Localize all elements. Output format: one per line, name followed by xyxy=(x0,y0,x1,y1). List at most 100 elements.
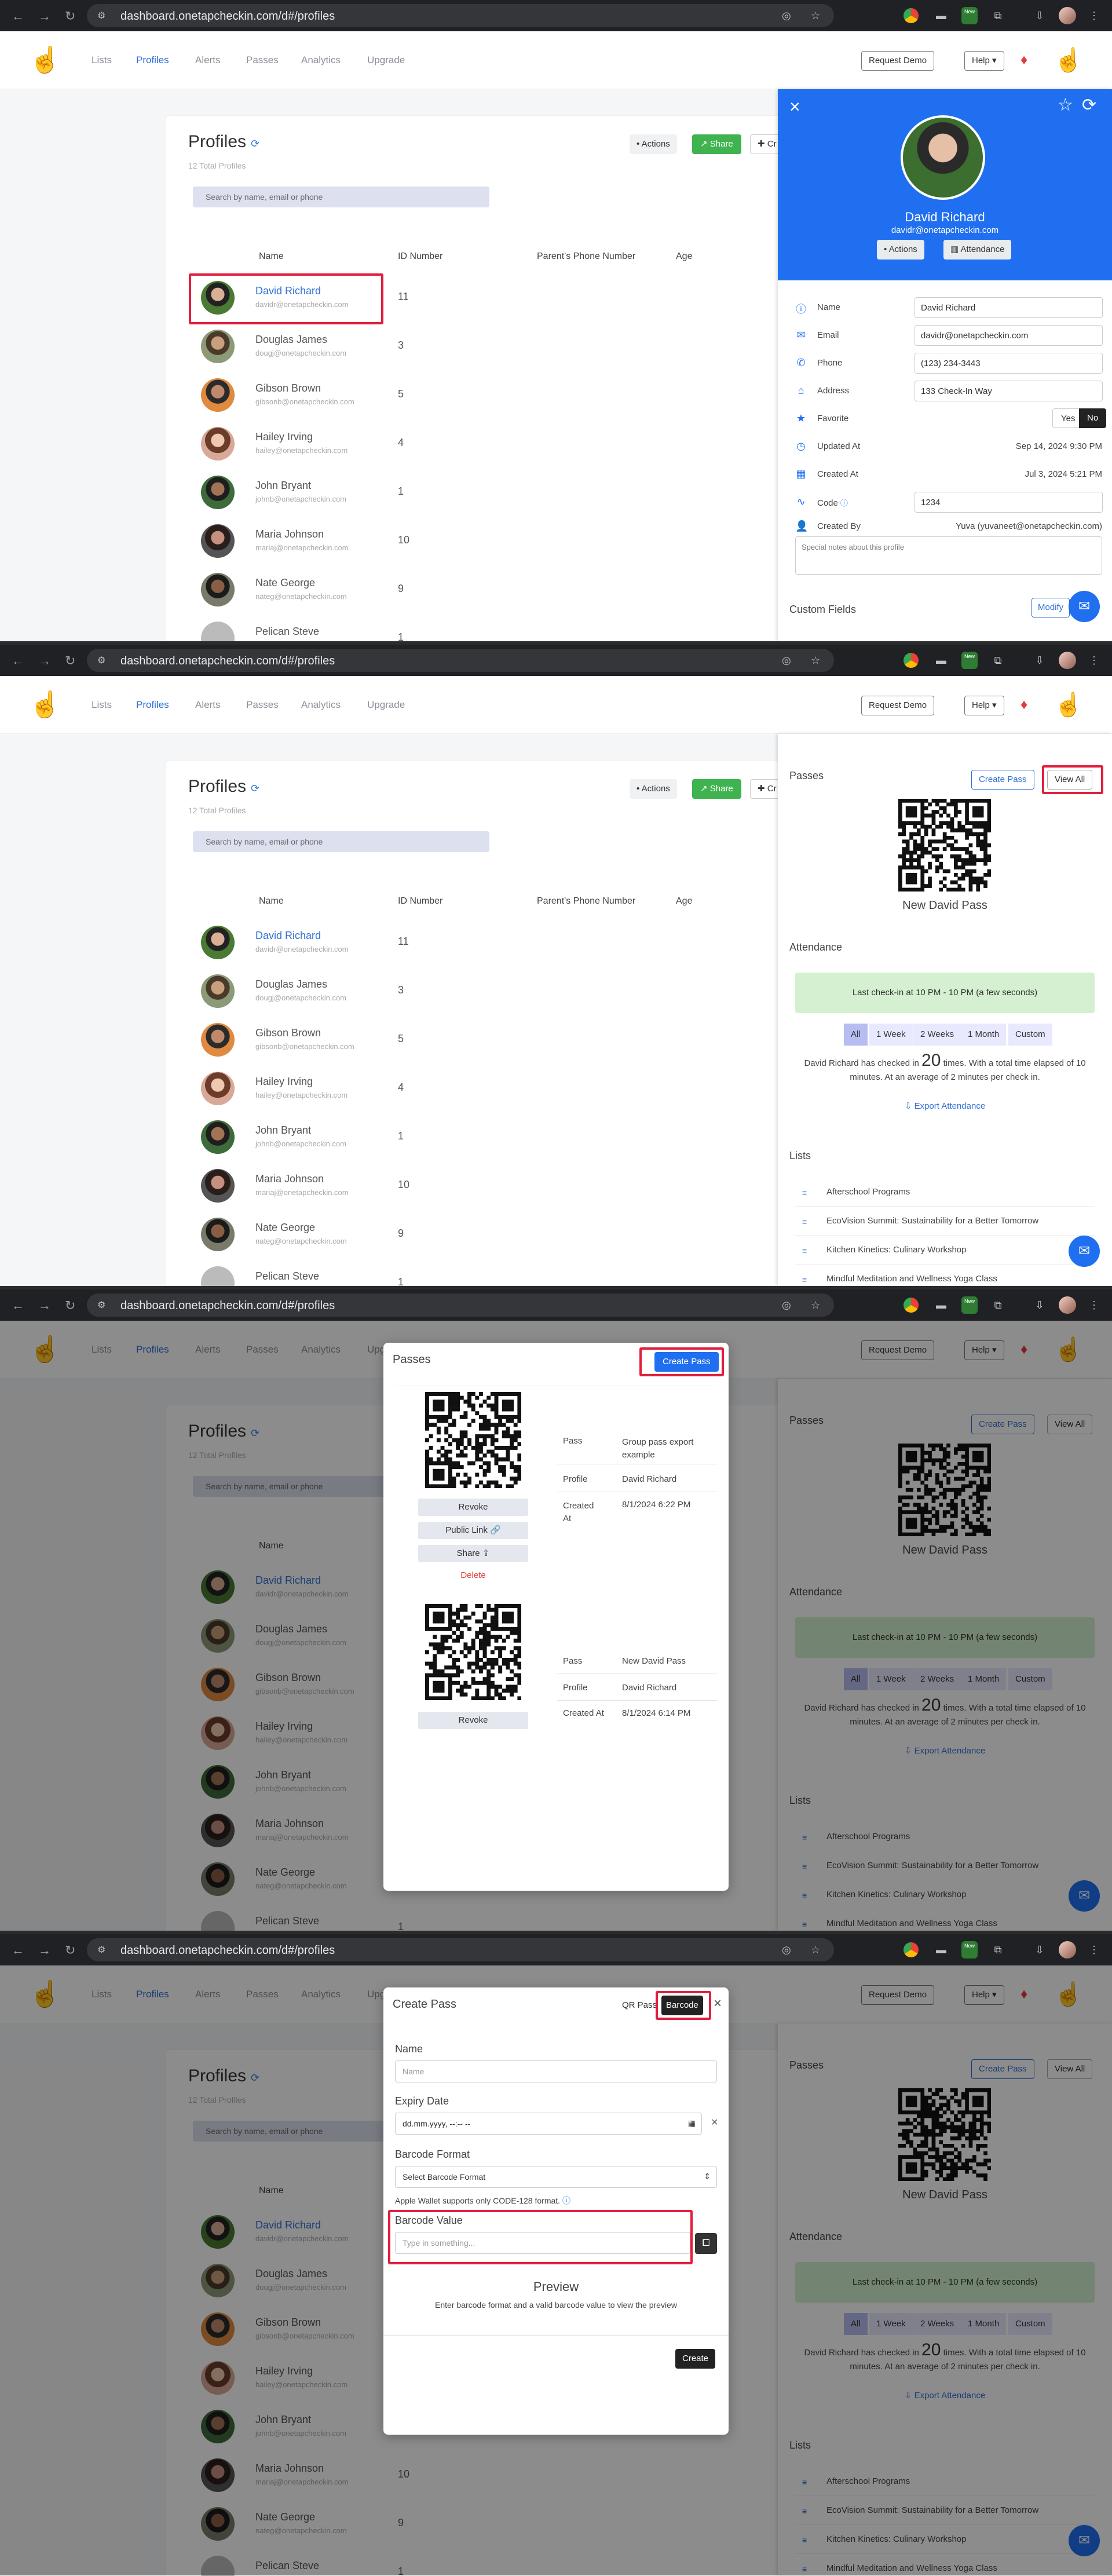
folder-icon[interactable]: ▬ xyxy=(932,1941,950,1959)
modify-button[interactable]: Modify xyxy=(1031,598,1070,617)
nav-alerts[interactable]: Alerts xyxy=(195,699,220,711)
code-input[interactable]: 1234 xyxy=(915,492,1103,513)
passes-list-scroll[interactable]: Revoke Public Link 🔗 Share ⇪ Delete Pass… xyxy=(395,1386,717,1732)
forward-icon[interactable]: → xyxy=(38,1943,51,1958)
col-age[interactable]: Age xyxy=(676,251,692,262)
range-2-weeks[interactable]: 2 Weeks xyxy=(913,1024,961,1046)
table-row[interactable]: Douglas James dougj@onetapcheckin.com 3 xyxy=(166,322,803,371)
bookmark-star-icon[interactable]: ☆ xyxy=(811,1944,820,1956)
info-icon[interactable]: ⓘ xyxy=(562,2196,570,2205)
qr-pass-tab[interactable]: QR Pass xyxy=(617,1996,661,2015)
row-name[interactable]: Douglas James xyxy=(255,978,327,991)
download-icon[interactable]: ⇩ xyxy=(1031,7,1048,24)
browser-avatar[interactable] xyxy=(1059,1296,1076,1314)
close-icon[interactable]: × xyxy=(789,96,800,118)
menu-dots-icon[interactable]: ⋮ xyxy=(1085,1941,1103,1959)
phone-input[interactable]: (123) 234-3443 xyxy=(915,353,1103,374)
help-button[interactable]: Help ▾ xyxy=(964,696,1004,715)
address-bar[interactable]: ⚙ dashboard.onetapcheckin.com/d#/profiles… xyxy=(87,649,834,672)
site-settings-icon[interactable]: ⚙ xyxy=(97,655,109,666)
bookmark-star-icon[interactable]: ☆ xyxy=(811,1299,820,1311)
table-row[interactable]: Hailey Irving hailey@onetapcheckin.com 4 xyxy=(166,1064,803,1113)
chrome-extension-icon[interactable] xyxy=(904,1942,919,1957)
eye-off-icon[interactable]: ◎ xyxy=(782,10,791,22)
pass-qr-code[interactable] xyxy=(425,1604,522,1701)
table-row[interactable]: Gibson Brown gibsonb@onetapcheckin.com 5 xyxy=(166,371,803,419)
share-button[interactable]: ↗ Share xyxy=(692,134,741,154)
browser-avatar[interactable] xyxy=(1059,7,1076,24)
range-1-week[interactable]: 1 Week xyxy=(869,1024,913,1046)
col-id[interactable]: ID Number xyxy=(398,896,442,907)
nav-lists[interactable]: Lists xyxy=(92,54,112,66)
table-row[interactable]: David Richard davidr@onetapcheckin.com 11 xyxy=(166,918,803,967)
star-icon[interactable]: ☆ xyxy=(1058,95,1073,115)
address-bar[interactable]: ⚙ dashboard.onetapcheckin.com/d#/profiles… xyxy=(87,1294,834,1317)
table-row[interactable]: Nate George nateg@onetapcheckin.com 9 xyxy=(166,1210,803,1259)
refresh-icon[interactable]: ⟳ xyxy=(1082,95,1096,115)
folder-icon[interactable]: ▬ xyxy=(932,1296,950,1314)
nav-analytics[interactable]: Analytics xyxy=(301,54,341,66)
drawer-attendance-button[interactable]: ▥ Attendance xyxy=(943,240,1012,260)
col-name[interactable]: Name xyxy=(259,251,284,262)
reload-icon[interactable]: ↻ xyxy=(65,1943,75,1958)
back-icon[interactable]: ← xyxy=(12,653,24,668)
menu-dots-icon[interactable]: ⋮ xyxy=(1085,1296,1103,1314)
chrome-extension-icon[interactable] xyxy=(904,8,919,23)
bookmark-star-icon[interactable]: ☆ xyxy=(811,10,820,22)
table-row[interactable]: Pelican Steve 1 xyxy=(166,1259,803,1286)
code-info-icon[interactable]: ⓘ xyxy=(840,499,848,507)
reload-icon[interactable]: ↻ xyxy=(65,9,75,24)
search-input[interactable]: Search by name, email or phone xyxy=(193,831,489,852)
list-item[interactable]: ≡ EcoVision Summit: Sustainability for a … xyxy=(795,1207,1095,1236)
revoke-button[interactable]: Revoke xyxy=(418,1499,528,1516)
table-row[interactable]: Maria Johnson mariaj@onetapcheckin.com 10 xyxy=(166,1161,803,1210)
address-bar[interactable]: ⚙ dashboard.onetapcheckin.com/d#/profile… xyxy=(87,4,834,27)
account-hand-icon[interactable]: ☝ xyxy=(1054,46,1083,74)
list-item[interactable]: ≡ Mindful Meditation and Wellness Yoga Cl… xyxy=(795,1265,1095,1286)
site-settings-icon[interactable]: ⚙ xyxy=(97,10,109,21)
hand-logo-icon[interactable]: ☝ xyxy=(29,689,61,721)
table-row[interactable]: Gibson Brown gibsonb@onetapcheckin.com 5 xyxy=(166,1015,803,1064)
reload-icon[interactable]: ↻ xyxy=(65,653,75,668)
folder-icon[interactable]: ▬ xyxy=(932,652,950,669)
request-demo-button[interactable]: Request Demo xyxy=(861,696,935,715)
row-name[interactable]: Gibson Brown xyxy=(255,1027,321,1039)
puzzle-icon[interactable]: ⧉ xyxy=(989,7,1007,24)
help-button[interactable]: Help ▾ xyxy=(964,51,1004,71)
site-settings-icon[interactable]: ⚙ xyxy=(97,1944,109,1956)
nav-upgrade[interactable]: Upgrade xyxy=(367,699,405,711)
nav-lists[interactable]: Lists xyxy=(92,699,112,711)
forward-icon[interactable]: → xyxy=(38,653,51,668)
delete-pass-link[interactable]: Delete xyxy=(418,1570,528,1580)
row-name[interactable]: Pelican Steve xyxy=(255,626,319,638)
chat-icon[interactable]: ✉ xyxy=(1069,591,1100,622)
table-row[interactable]: Hailey Irving hailey@onetapcheckin.com 4 xyxy=(166,419,803,468)
table-row[interactable]: Nate George nateg@onetapcheckin.com 9 xyxy=(166,565,803,614)
calendar-icon[interactable]: ▦ xyxy=(688,2118,696,2128)
row-name[interactable]: Pelican Steve xyxy=(255,1270,319,1282)
expiry-date-input[interactable]: dd.mm.yyyy, --:-- -- ▦ xyxy=(395,2113,702,2135)
list-item[interactable]: ≡ Afterschool Programs xyxy=(795,1178,1095,1207)
folder-icon[interactable]: ▬ xyxy=(932,7,950,24)
clear-expiry-icon[interactable]: × xyxy=(711,2116,718,2129)
eye-off-icon[interactable]: ◎ xyxy=(782,655,791,667)
nav-profiles[interactable]: Profiles xyxy=(136,54,169,66)
create-button[interactable]: Create xyxy=(675,2349,716,2369)
range-custom[interactable]: Custom xyxy=(1008,1024,1052,1046)
drawer-actions-button[interactable]: • Actions xyxy=(877,240,924,260)
eye-off-icon[interactable]: ◎ xyxy=(782,1944,791,1956)
col-age[interactable]: Age xyxy=(676,896,692,907)
sync-icon[interactable]: ⟳ xyxy=(251,138,259,149)
nav-passes[interactable]: Passes xyxy=(246,699,279,711)
barcode-format-select[interactable]: Select Barcode Format ⇕ xyxy=(395,2166,717,2188)
request-demo-button[interactable]: Request Demo xyxy=(861,51,935,71)
range-all[interactable]: All xyxy=(844,1024,868,1046)
browser-avatar[interactable] xyxy=(1059,652,1076,669)
row-name[interactable]: David Richard xyxy=(255,930,321,942)
chrome-extension-icon[interactable] xyxy=(904,653,919,668)
list-item[interactable]: ≡ Kitchen Kinetics: Culinary Workshop xyxy=(795,1236,1095,1265)
row-name[interactable]: Nate George xyxy=(255,1222,315,1234)
new-extension-icon[interactable]: New xyxy=(961,1941,978,1959)
scan-barcode-button[interactable]: ⧠ xyxy=(695,2233,717,2254)
search-input[interactable]: Search by name, email or phone xyxy=(193,187,489,207)
